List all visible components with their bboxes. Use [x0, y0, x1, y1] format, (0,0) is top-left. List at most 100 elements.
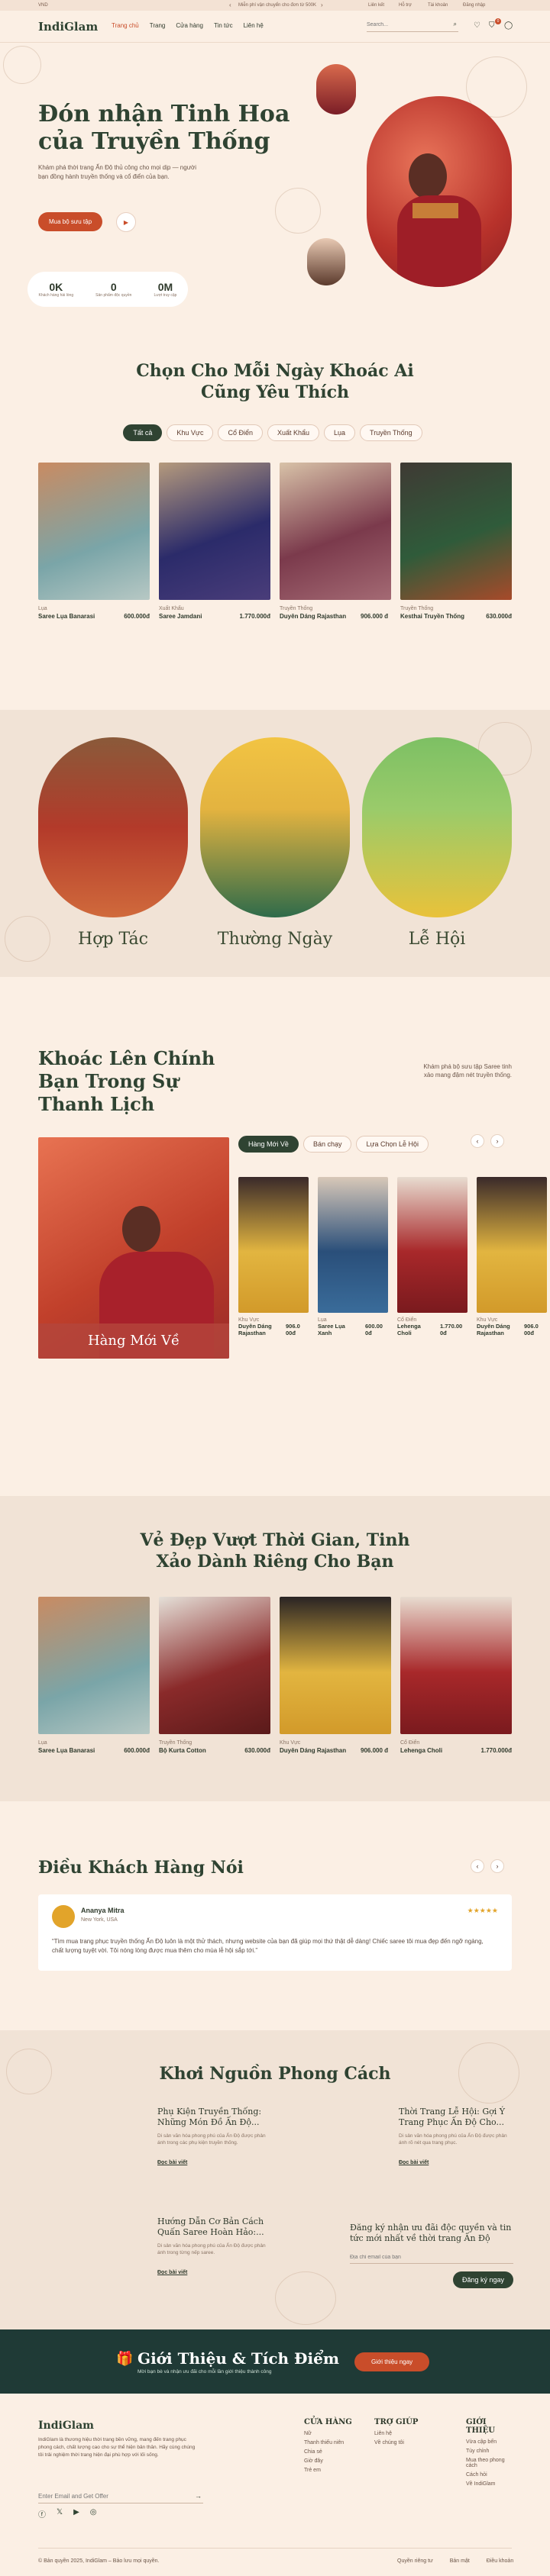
next-arrow-icon[interactable]: › — [490, 1134, 504, 1148]
tab-export[interactable]: Xuất Khẩu — [267, 424, 320, 441]
product-name[interactable]: Duyên Dáng Rajasthan — [477, 1323, 519, 1336]
product-card[interactable]: Khu Vực Duyên Dáng Rajasthan 906.0 00đ — [238, 1177, 309, 1336]
blog-post-title[interactable]: Phụ Kiện Truyền Thống: Những Món Đồ Ấn Đ… — [157, 2107, 272, 2128]
product-name[interactable]: Duyên Dáng Rajasthan — [238, 1323, 281, 1336]
tab-silk[interactable]: Lụa — [324, 424, 356, 441]
banner-label[interactable]: Hàng Mới Về — [38, 1323, 229, 1359]
refer-button[interactable]: Giới thiệu ngay — [354, 2352, 430, 2371]
tab-all[interactable]: Tất cả — [123, 424, 163, 441]
footer-link[interactable]: Giờ đây — [304, 2458, 365, 2464]
topbar-link-1[interactable]: Hỗ trợ — [399, 3, 412, 8]
footer-link[interactable]: Mua theo phong cách — [466, 2458, 516, 2468]
product-card[interactable]: Cổ Điển Lehenga Choli 1.770.00 0đ — [397, 1177, 467, 1336]
footer-link[interactable]: Cách hỏi — [466, 2472, 516, 2478]
footer-link[interactable]: Nữ — [304, 2431, 365, 2436]
topbar-link-3[interactable]: Đăng nhập — [463, 3, 485, 8]
product-name[interactable]: Saree Lụa Xanh — [318, 1323, 361, 1336]
product-card[interactable]: Truyền Thống Kesthai Truyền Thống 630.000… — [400, 463, 512, 620]
blog-post-title[interactable]: Hướng Dẫn Cơ Bản Cách Quấn Saree Hoàn Hả… — [157, 2217, 272, 2238]
hero-cta-button[interactable]: Mua bộ sưu tập — [38, 212, 103, 231]
privacy-link[interactable]: Quyền riêng tư — [397, 2558, 433, 2564]
nav-home[interactable]: Trang chủ — [112, 22, 139, 29]
footer-logo[interactable]: IndiGlam — [38, 2420, 94, 2432]
search-icon[interactable]: ⌕ — [454, 21, 457, 28]
secret-link[interactable]: Bản mật — [450, 2558, 470, 2564]
prev-arrow-icon[interactable]: ‹ — [471, 1859, 484, 1873]
prev-promo-icon[interactable]: ‹ — [229, 2, 231, 8]
read-more-link[interactable]: Đọc bài viết — [157, 2270, 272, 2275]
blog-post[interactable]: Thời Trang Lễ Hội: Gợi Ý Trang Phục Ấn Đ… — [399, 2107, 513, 2165]
product-name[interactable]: Saree Jamdani — [159, 613, 202, 620]
footer-link[interactable]: Vừa cập bến — [466, 2439, 516, 2445]
cart-icon[interactable]: ⛉ — [489, 21, 495, 30]
product-name[interactable]: Bộ Kurta Cotton — [159, 1747, 206, 1754]
tab-bestsellers[interactable]: Bán chạy — [302, 1136, 352, 1153]
tab-traditional[interactable]: Truyền Thống — [360, 424, 422, 441]
instagram-icon[interactable]: ◎ — [90, 2508, 97, 2520]
blog-post[interactable]: Phụ Kiện Truyền Thống: Những Món Đồ Ấn Đ… — [157, 2107, 272, 2165]
blog-post[interactable]: Hướng Dẫn Cơ Bản Cách Quấn Saree Hoàn Hả… — [157, 2217, 272, 2275]
twitter-icon[interactable]: 𝕏 — [57, 2508, 63, 2520]
occasion-card-collab[interactable]: Hợp Tác — [38, 737, 188, 949]
search-box[interactable]: ⌕ — [367, 18, 458, 32]
product-card[interactable]: Lụa Saree Lụa Xanh 600.00 0đ — [318, 1177, 388, 1336]
product-name[interactable]: Saree Lụa Banarasi — [38, 1747, 95, 1754]
currency-selector[interactable]: VND — [38, 3, 48, 8]
product-card[interactable]: Cổ Điển Lehenga Choli 1.770.000đ — [400, 1597, 512, 1754]
facebook-icon[interactable]: ⓕ — [38, 2508, 46, 2520]
product-card[interactable]: Lụa Saree Lụa Banarasi 600.000đ — [38, 463, 150, 620]
terms-link[interactable]: Điều khoản — [487, 2558, 513, 2564]
footer-link[interactable]: Tùy chỉnh — [466, 2449, 516, 2454]
heart-icon[interactable]: ♡ — [474, 21, 480, 30]
logo[interactable]: IndiGlam — [38, 20, 98, 34]
tab-festival-picks[interactable]: Lựa Chọn Lễ Hội — [356, 1136, 429, 1153]
prev-arrow-icon[interactable]: ‹ — [471, 1134, 484, 1148]
product-card[interactable]: Lụa Saree Lụa Banarasi 600.000đ — [38, 1597, 150, 1754]
tab-classic[interactable]: Cổ Điển — [218, 424, 263, 441]
read-more-link[interactable]: Đọc bài viết — [399, 2160, 513, 2165]
product-card[interactable]: Truyền Thống Duyên Dáng Rajasthan 906.000… — [280, 463, 391, 620]
topbar-link-2[interactable]: Tài khoản — [428, 3, 448, 8]
footer-link[interactable]: Chia sẻ — [304, 2449, 365, 2455]
product-card[interactable]: Khu Vực Duyên Dáng Rajasthan 906.0 00đ — [477, 1177, 547, 1336]
footer-link[interactable]: Liên hệ — [374, 2431, 435, 2436]
wear-banner[interactable]: Hàng Mới Về — [38, 1137, 229, 1359]
footer-link[interactable]: Thanh thiếu niên — [304, 2440, 365, 2445]
nav-pages[interactable]: Trang — [150, 22, 166, 29]
nav-news[interactable]: Tin tức — [214, 22, 233, 29]
tab-region[interactable]: Khu Vực — [167, 424, 214, 441]
user-icon[interactable]: ◯ — [504, 21, 513, 30]
nav-shop[interactable]: Cửa hàng — [176, 22, 203, 29]
hero-main-image — [367, 96, 512, 287]
product-name[interactable]: Duyên Dáng Rajasthan — [280, 1747, 348, 1754]
footer-link[interactable]: Về IndiGlam — [466, 2481, 516, 2487]
search-input[interactable] — [367, 18, 443, 31]
product-name[interactable]: Saree Lụa Banarasi — [38, 613, 95, 620]
footer-link[interactable]: Trẻ em — [304, 2468, 365, 2473]
nav-contact[interactable]: Liên hệ — [244, 22, 264, 29]
play-icon[interactable]: ▶ — [116, 212, 136, 232]
product-name[interactable]: Lehenga Choli — [400, 1747, 442, 1754]
product-card[interactable]: Xuất Khẩu Saree Jamdani 1.770.000đ — [159, 463, 270, 620]
arrow-right-icon[interactable]: → — [195, 2492, 202, 2500]
footer-link[interactable]: Về chúng tôi — [374, 2440, 435, 2445]
product-image — [477, 1177, 547, 1313]
tab-new-arrivals[interactable]: Hàng Mới Về — [238, 1136, 299, 1153]
next-arrow-icon[interactable]: › — [490, 1859, 504, 1873]
read-more-link[interactable]: Đọc bài viết — [157, 2160, 272, 2165]
topbar-link-0[interactable]: Liên kết — [368, 3, 384, 8]
footer-email-input[interactable] — [38, 2490, 183, 2503]
newsletter-email-input[interactable] — [350, 2252, 513, 2264]
product-card[interactable]: Khu Vực Duyên Dáng Rajasthan 906.000 đ — [280, 1597, 391, 1754]
product-card[interactable]: Truyền Thống Bộ Kurta Cotton 630.000đ — [159, 1597, 270, 1754]
footer-email[interactable]: → — [38, 2490, 203, 2503]
newsletter-submit-button[interactable]: Đăng ký ngay — [452, 2271, 513, 2288]
product-name[interactable]: Lehenga Choli — [397, 1323, 435, 1336]
product-name[interactable]: Duyên Dáng Rajasthan — [280, 613, 348, 620]
product-name[interactable]: Kesthai Truyền Thống — [400, 613, 464, 620]
blog-post-title[interactable]: Thời Trang Lễ Hội: Gợi Ý Trang Phục Ấn Đ… — [399, 2107, 513, 2128]
occasion-card-festival[interactable]: Lễ Hội — [362, 737, 512, 949]
youtube-icon[interactable]: ▶ — [73, 2508, 79, 2520]
next-promo-icon[interactable]: › — [321, 2, 323, 8]
occasion-card-casual[interactable]: Thường Ngày — [200, 737, 350, 949]
